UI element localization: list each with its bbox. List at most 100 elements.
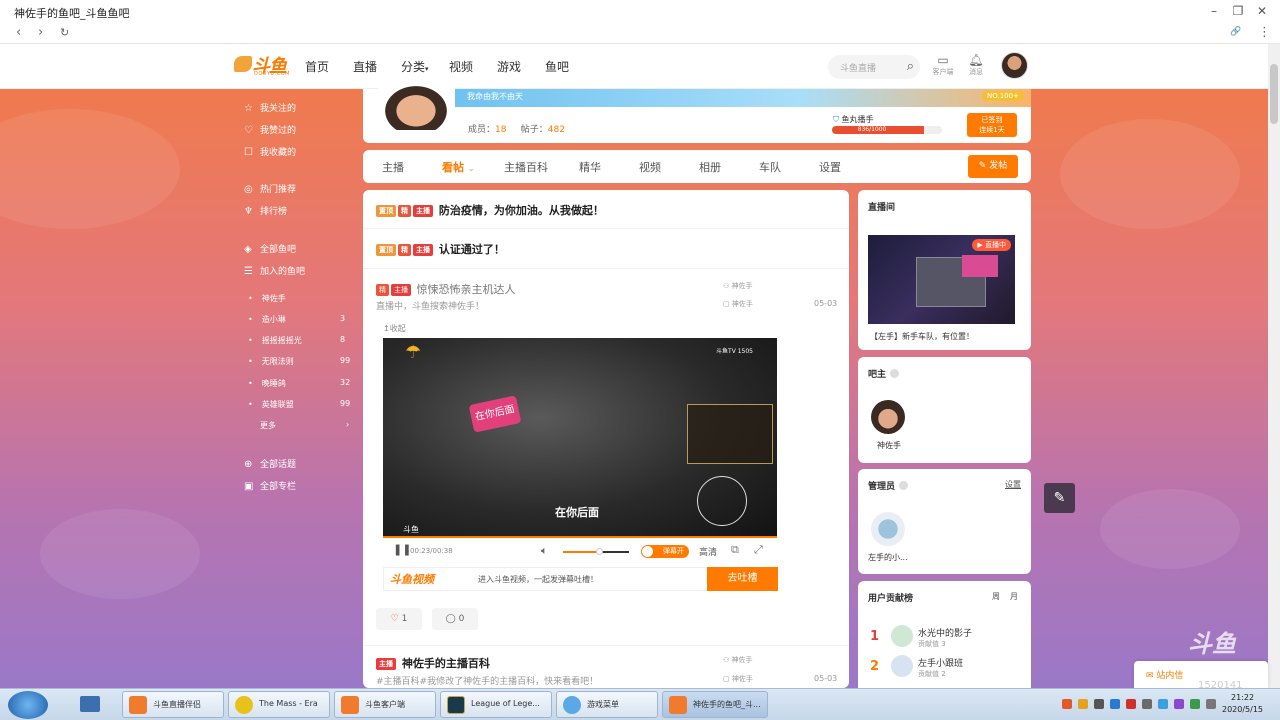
page-scrollbar[interactable] [1268,44,1280,688]
system-clock[interactable]: 21:22 2020/5/15 [1222,692,1263,716]
forward-icon[interactable]: › [38,25,43,40]
tray-icon[interactable] [1062,699,1072,709]
rank-name[interactable]: 水光中的影子 [918,626,972,639]
tray-icon[interactable] [1110,699,1120,709]
user-avatar[interactable] [1001,52,1028,79]
nav-home[interactable]: 首页 [305,58,329,75]
rank-tab-month[interactable]: 月 [1010,591,1018,602]
tab-team[interactable]: 车队 [759,159,781,175]
collapse-toggle[interactable]: ↥收起 [383,323,406,334]
back-icon[interactable]: ‹ [16,25,21,40]
pip-icon[interactable]: ⧉ [731,543,739,557]
nav-video[interactable]: 视频 [449,58,473,75]
new-post-button[interactable]: ✎ 发帖 [968,155,1018,178]
video-progress[interactable] [383,536,777,538]
rank-avatar[interactable] [891,655,913,677]
network-icon[interactable] [1190,699,1200,709]
tray-icon[interactable] [1158,699,1168,709]
tray-icon[interactable] [1142,699,1152,709]
sidebar-item-all-groups[interactable]: ◈ 全部鱼吧 [244,242,296,255]
danmu-go-button[interactable]: 去吐槽 [707,567,778,591]
like-button[interactable]: ♡ 1 [376,608,422,630]
rank-tab-week[interactable]: 周 [992,591,1000,602]
post-last-reply[interactable]: ▢ 神佐手 [723,299,753,309]
sidebar-item-hot[interactable]: ◎ 热门推荐 [244,182,296,195]
video-post-title[interactable]: 精主播 惊悚恐怖亲主机达人 [376,281,516,297]
sidebar-item-favorites[interactable]: ☐ 我收藏的 [244,145,296,158]
rank-name[interactable]: 左手小跟班 [918,656,963,669]
close-button[interactable]: ✕ [1254,4,1270,20]
refresh-icon[interactable]: ↻ [60,26,69,39]
admin-avatar[interactable] [871,512,905,546]
joined-group-item[interactable]: 造小琳 [248,314,286,325]
joined-group-item[interactable]: 晚睡鸽 [248,378,286,389]
tab-streamer[interactable]: 主播 [382,159,404,175]
minimize-button[interactable]: – [1206,4,1222,20]
owner-name[interactable]: 神佐手 [877,440,901,451]
tray-icon[interactable] [1078,699,1088,709]
nav-live[interactable]: 直播 [353,58,377,75]
sidebar-item-following[interactable]: ☆ 我关注的 [244,101,296,114]
tab-settings[interactable]: 设置 [819,159,841,175]
post-item[interactable]: 主播 神佐手的主播百科 [376,655,490,671]
joined-group-item[interactable]: 无限法则 [248,356,294,367]
admin-settings-link[interactable]: 设置 [1005,479,1021,490]
nav-yuba[interactable]: 鱼吧 [545,58,569,75]
search-icon[interactable]: ⌕ [907,59,914,74]
live-caption[interactable]: 【左手】新手车队，有位置！ [870,331,974,342]
owner-avatar[interactable] [871,400,905,434]
pause-icon[interactable]: ❚❚ [393,543,411,556]
tab-video[interactable]: 视频 [639,159,661,175]
fullscreen-icon[interactable]: ⤢ [754,543,763,557]
joined-group-item[interactable]: 摇摇摇摇光 [248,335,302,346]
nav-category[interactable]: 分类▾ [401,58,429,75]
danmu-toggle[interactable]: 弹幕开 [641,545,689,558]
search-box[interactable]: 斗鱼直播 ⌕ [828,55,920,79]
tray-icon[interactable] [1174,699,1184,709]
tab-featured[interactable]: 精华 [579,159,601,175]
sign-in-button[interactable]: 已签到 连续1天 [967,113,1017,137]
volume-icon[interactable]: 🔈︎ [541,544,548,558]
search-input[interactable]: 斗鱼直播 [840,61,876,74]
comment-button[interactable]: ◯ 0 [432,608,478,630]
tray-icon[interactable] [1094,699,1104,709]
post-author[interactable]: ⚇ 神佐手 [723,655,753,665]
quality-selector[interactable]: 高清 [699,545,717,558]
sidebar-item-ranking[interactable]: ♆ 排行榜 [244,204,287,217]
post-last-reply[interactable]: ▢ 神佐手 [723,674,753,684]
scrollbar-thumb[interactable] [1270,64,1278,124]
nav-games[interactable]: 游戏 [497,58,521,75]
taskbar-item-active[interactable]: 神佐手的鱼吧_斗... [662,691,768,718]
tab-posts[interactable]: 看帖 ⌄ [442,159,475,175]
volume-knob[interactable] [596,548,604,555]
tab-album[interactable]: 相册 [699,159,721,175]
taskbar-item[interactable]: 斗鱼客户端 [334,691,436,718]
sidebar-item-topics[interactable]: ⊕ 全部话题 [244,457,296,470]
taskbar-item[interactable]: The Mass - Era [228,691,330,718]
douyu-logo[interactable]: 斗鱼 DOUYU.COM [234,52,290,78]
live-thumbnail[interactable]: ▶ 直播中 [868,235,1015,324]
rank-avatar[interactable] [891,625,913,647]
tab-wiki[interactable]: 主播百科 [504,159,548,175]
sidebar-more[interactable]: 更多 [260,420,276,431]
post-author[interactable]: ⚇ 神佐手 [723,281,753,291]
taskbar-item[interactable]: League of Lege... [440,691,552,718]
group-avatar[interactable] [378,80,454,132]
taskbar-item[interactable]: 游戏菜单 [556,691,658,718]
messages[interactable]: 🔔︎ 消息 [964,53,988,77]
joined-group-item[interactable]: 神佐手 [248,293,286,304]
video-player[interactable]: ☂ 斗鱼TV 1505 在你后面 在你后面 斗鱼 [383,338,777,538]
sidebar-item-columns[interactable]: ▣ 全部专栏 [244,479,296,492]
floating-edit-button[interactable]: ✎ [1044,483,1075,513]
maximize-button[interactable]: ❐ [1230,4,1246,20]
taskbar-item[interactable]: 斗鱼直播伴侣 [122,691,224,718]
joined-group-item[interactable]: 英雄联盟 [248,399,294,410]
link-icon[interactable]: 🔗 [1230,27,1241,37]
start-button[interactable] [8,691,48,719]
pinned-post[interactable]: 置顶精主播 认证通过了！ [376,241,505,257]
desktop-icon[interactable] [80,696,100,712]
sidebar-item-joined-groups[interactable]: ☰ 加入的鱼吧 [244,264,305,277]
admin-name[interactable]: 左手的小... [868,552,908,563]
sidebar-item-liked[interactable]: ♡ 我赞过的 [244,123,296,136]
site-message-box[interactable]: ✉ 站内信 1520141 [1134,661,1268,691]
